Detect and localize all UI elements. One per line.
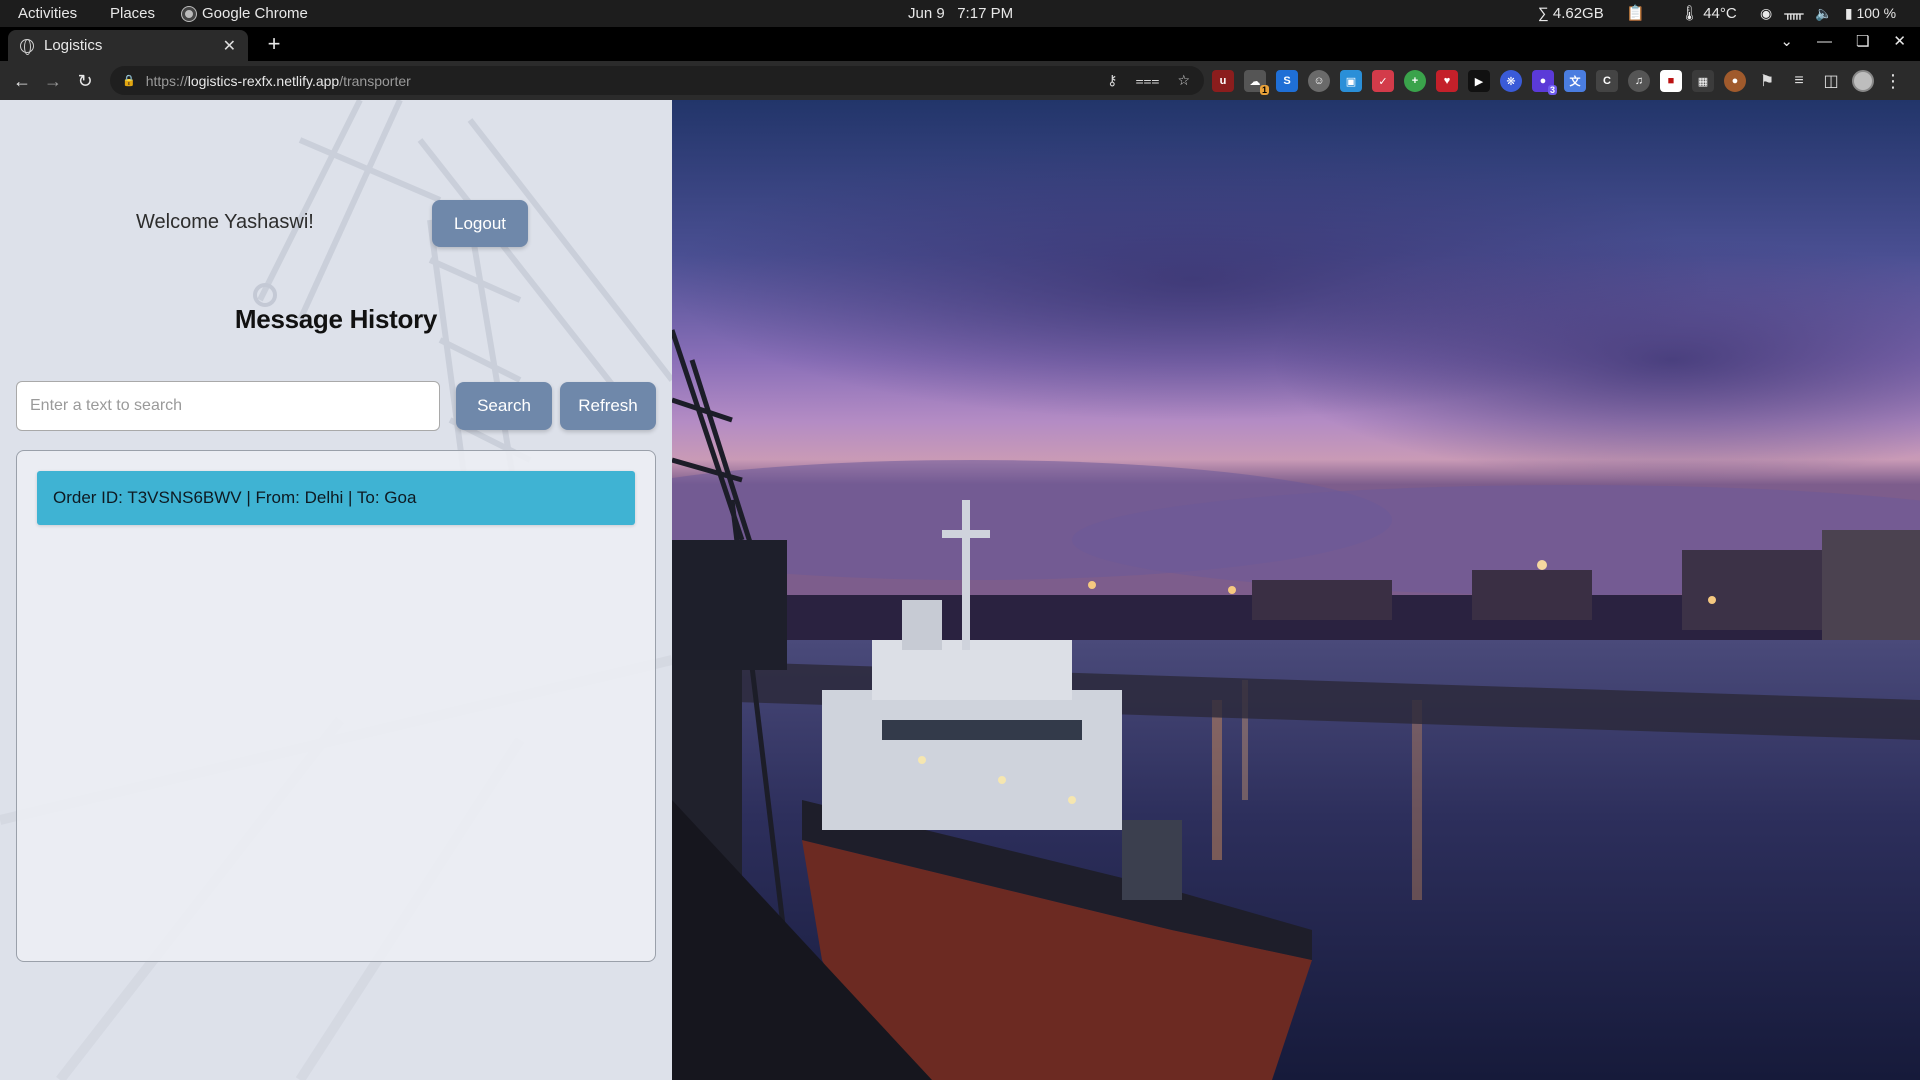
message-panel: Welcome Yashaswi! Logout Message History… [0, 100, 672, 1080]
play-extension-icon[interactable]: ▶ [1468, 70, 1490, 92]
chrome-icon [182, 6, 196, 21]
thermometer-icon: 🌡 [1680, 5, 1700, 22]
welcome-message: Welcome Yashaswi! [136, 211, 314, 233]
clock[interactable]: Jun 9 7:17 PM [908, 0, 1013, 27]
volume-icon: 🔈 [1815, 5, 1833, 21]
app-menu[interactable]: Google Chrome [182, 0, 308, 27]
battery-indicator: ▮ 100 % [1844, 5, 1897, 21]
address-bar-actions: ⚷ ⩶ ☆ [1107, 66, 1190, 95]
share-icon[interactable]: ⩶ [1135, 72, 1159, 89]
ublock-extension-icon[interactable]: u [1212, 70, 1234, 92]
bluetooth-icon: ᚅ [1784, 5, 1804, 21]
page-viewport: Welcome Yashaswi! Logout Message History… [0, 100, 1920, 1080]
extension-badge: 3 [1547, 85, 1557, 95]
back-button[interactable]: ← [9, 68, 35, 94]
extensions-puzzle-icon[interactable]: ⚑ [1756, 70, 1778, 92]
extensions-bar: u ☁ 1 S ☺ ▣ ✓ + ♥ ▶ ❋ ● 3 文 C ♫ ■ ▦ ● ⚑ ≡ … [1212, 69, 1902, 95]
close-tab-icon[interactable]: ✕ [223, 36, 236, 56]
clock-date: Jun 9 [908, 5, 945, 22]
refresh-button[interactable]: Refresh [560, 382, 656, 430]
browser-menu-icon[interactable]: ⋮ [1884, 71, 1902, 92]
pocket-extension-icon[interactable]: ✓ [1372, 70, 1394, 92]
browser-toolbar: ← → ↻ 🔒 https://logistics-rexfx.netlify.… [0, 61, 1920, 100]
bookmark-star-icon[interactable]: ☆ [1177, 72, 1190, 89]
globe-icon [20, 38, 34, 55]
harbor-background-image [672, 100, 1920, 1080]
plus-extension-icon[interactable]: + [1404, 70, 1426, 92]
media-extension-icon[interactable]: ♫ [1628, 70, 1650, 92]
clipboard-icon[interactable]: 📋 [1626, 0, 1645, 27]
translate-extension-icon[interactable]: 文 [1564, 70, 1586, 92]
extension-icon-badge-3[interactable]: ● 3 [1532, 70, 1557, 95]
side-panel-icon[interactable]: ◫ [1820, 70, 1842, 92]
search-button[interactable]: Search [456, 382, 552, 430]
harbor-photo-drawing [672, 100, 1920, 1080]
maximize-button[interactable]: ❏ [1856, 32, 1869, 50]
cookie-extension-icon[interactable]: C [1596, 70, 1618, 92]
skype-extension-icon[interactable]: S [1276, 70, 1298, 92]
lock-icon[interactable]: 🔒 [122, 74, 136, 87]
extension-icon-badge-1[interactable]: ☁ 1 [1244, 70, 1269, 95]
url-path: /transporter [339, 72, 411, 89]
calendar-extension-icon[interactable]: ■ [1660, 70, 1682, 92]
forward-button[interactable]: → [40, 68, 66, 94]
url-host: logistics-rexfx.netlify.app [187, 72, 340, 89]
page-title: Message History [234, 304, 438, 334]
close-window-button[interactable]: ✕ [1893, 32, 1906, 50]
message-item[interactable]: Order ID: T3VSNS6BWV | From: Delhi | To:… [37, 471, 635, 525]
memory-indicator[interactable]: ∑ 4.62GB [1538, 0, 1604, 27]
minimize-button[interactable]: — [1817, 33, 1832, 50]
address-bar[interactable]: 🔒 https://logistics-rexfx.netlify.app/tr… [110, 66, 1204, 95]
extension-badge: 1 [1259, 85, 1269, 95]
screenshot-extension-icon[interactable]: ▣ [1340, 70, 1362, 92]
logout-button[interactable]: Logout [432, 200, 528, 247]
window-controls: ⌄ — ❏ ✕ [1780, 32, 1906, 51]
heart-extension-icon[interactable]: ♥ [1436, 70, 1458, 92]
message-history-list: Order ID: T3VSNS6BWV | From: Delhi | To:… [16, 450, 656, 962]
search-input[interactable] [16, 381, 440, 431]
reload-button[interactable]: ↻ [72, 68, 98, 94]
temperature-indicator[interactable]: 🌡 44°C [1680, 0, 1737, 27]
places-menu[interactable]: Places [110, 0, 155, 27]
face-extension-icon[interactable]: ☺ [1308, 70, 1330, 92]
reading-list-icon[interactable]: ≡ [1788, 70, 1810, 92]
profile-avatar[interactable] [1852, 70, 1874, 92]
url-scheme: https:// [145, 72, 188, 89]
system-top-bar: Activities Places Google Chrome Jun 9 7:… [0, 0, 1920, 27]
new-tab-button[interactable]: + [260, 30, 288, 58]
activities-button[interactable]: Activities [18, 0, 77, 27]
app-menu-label: Google Chrome [202, 5, 308, 22]
tab-strip: Logistics ✕ + ⌄ — ❏ ✕ [0, 27, 1920, 61]
fox-extension-icon[interactable]: ● [1724, 70, 1746, 92]
tab-title: Logistics [44, 37, 103, 54]
battery-value: 100 % [1856, 5, 1897, 21]
grid-extension-icon[interactable]: ▦ [1692, 70, 1714, 92]
clock-time: 7:17 PM [957, 5, 1014, 22]
key-icon[interactable]: ⚷ [1107, 72, 1117, 89]
system-status-area[interactable]: ◉ ᚅ 🔈 ▮ 100 % [1760, 0, 1896, 27]
wifi-icon: ◉ [1760, 5, 1773, 21]
tab-search-icon[interactable]: ⌄ [1780, 32, 1793, 50]
temperature-value: 44°C [1703, 5, 1737, 22]
react-extension-icon[interactable]: ❋ [1500, 70, 1522, 92]
tab-logistics[interactable]: Logistics ✕ [8, 30, 248, 61]
